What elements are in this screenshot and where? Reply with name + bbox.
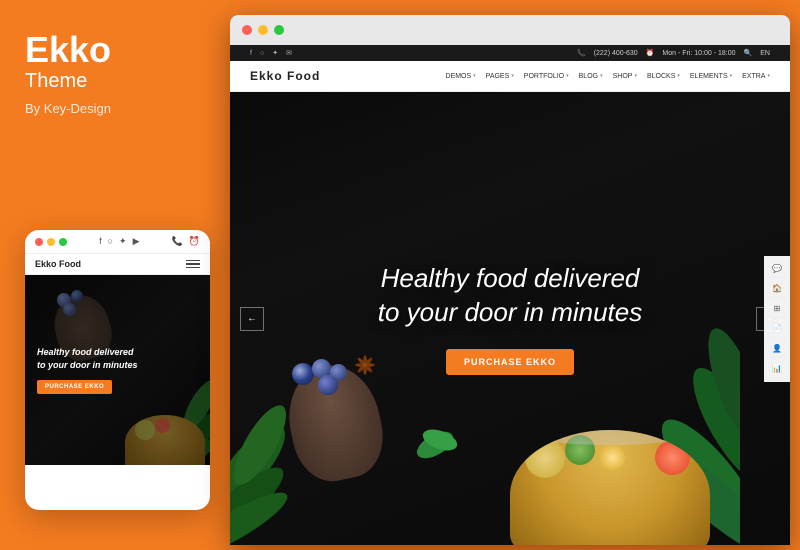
topbar-info: 📞 (222) 400-630 ⏰ Mon - Fri: 10:00 - 18:… bbox=[577, 49, 770, 57]
browser-dot-yellow bbox=[258, 25, 268, 35]
nav-arrow-elements: ▾ bbox=[730, 73, 733, 79]
topbar-instagram-icon: ○ bbox=[260, 50, 264, 57]
hero-cta-button[interactable]: PURCHASE EKKO bbox=[446, 349, 574, 375]
mobile-hero-text: Healthy food delivered to your door in m… bbox=[37, 346, 138, 371]
brand-subtitle: Theme bbox=[25, 70, 205, 93]
mobile-window-dots bbox=[35, 238, 67, 246]
topbar-twitter-icon: ✦ bbox=[272, 49, 278, 57]
topbar-clock-icon: ⏰ bbox=[646, 49, 655, 57]
nav-arrow-pages: ▾ bbox=[511, 73, 514, 79]
hamburger-menu-icon[interactable] bbox=[186, 260, 200, 269]
mobile-clock-icon: ⏰ bbox=[189, 236, 200, 247]
sidebar-page-icon[interactable]: 📄 bbox=[767, 320, 787, 338]
mobile-top-bar: f ○ ✦ ▶ 📞 ⏰ bbox=[25, 230, 210, 254]
sidebar-grid-icon[interactable]: ⊞ bbox=[767, 300, 787, 318]
topbar-hours: Mon - Fri: 10:00 - 18:00 bbox=[662, 50, 735, 57]
topbar-social: f ○ ✦ ✉ bbox=[250, 49, 292, 57]
site-nav: Ekko Food DEMOS ▾ PAGES ▾ PORTFOLIO ▾ BL… bbox=[230, 61, 790, 92]
mobile-mockup: f ○ ✦ ▶ 📞 ⏰ Ekko Food bbox=[25, 230, 210, 510]
nav-arrow-portfolio: ▾ bbox=[566, 73, 569, 79]
topbar-email-icon: ✉ bbox=[286, 49, 292, 57]
site-sidebar-icons: 💬 🏠 ⊞ 📄 👤 📊 bbox=[764, 256, 790, 382]
site-logo: Ekko Food bbox=[250, 69, 320, 83]
nav-arrow-shop: ▾ bbox=[634, 73, 637, 79]
mobile-contact-icons: 📞 ⏰ bbox=[172, 236, 200, 247]
site-top-bar: f ○ ✦ ✉ 📞 (222) 400-630 ⏰ Mon - Fri: 10:… bbox=[230, 45, 790, 61]
hero-content: Healthy food delivered to your door in m… bbox=[230, 92, 790, 545]
browser-chrome bbox=[230, 15, 790, 45]
mobile-phone-icon: 📞 bbox=[172, 236, 183, 247]
nav-arrow-blocks: ▾ bbox=[677, 73, 680, 79]
mobile-nav: Ekko Food bbox=[25, 254, 210, 275]
mobile-facebook-icon: f bbox=[99, 236, 102, 247]
topbar-search-icon: 🔍 bbox=[744, 49, 753, 57]
left-panel: Ekko Theme By Key-Design f ○ ✦ ▶ 📞 ⏰ Ek bbox=[0, 0, 230, 550]
mobile-dot-yellow bbox=[47, 238, 55, 246]
nav-item-demos[interactable]: DEMOS ▾ bbox=[445, 73, 475, 80]
browser-mockup: f ○ ✦ ✉ 📞 (222) 400-630 ⏰ Mon - Fri: 10:… bbox=[230, 15, 790, 545]
mobile-dot-green bbox=[59, 238, 67, 246]
nav-arrow-demos: ▾ bbox=[473, 73, 476, 79]
mobile-hero: Healthy food delivered to your door in m… bbox=[25, 275, 210, 465]
nav-item-pages[interactable]: PAGES ▾ bbox=[486, 73, 514, 80]
hero-prev-button[interactable]: ← bbox=[240, 307, 264, 331]
sidebar-chat-icon[interactable]: 💬 bbox=[767, 260, 787, 278]
topbar-facebook-icon: f bbox=[250, 50, 252, 57]
mobile-instagram-icon: ○ bbox=[108, 236, 113, 247]
mobile-twitter-icon: ✦ bbox=[119, 236, 127, 247]
mobile-youtube-icon: ▶ bbox=[133, 236, 140, 247]
mobile-logo: Ekko Food bbox=[35, 259, 81, 269]
topbar-phone: (222) 400-630 bbox=[594, 50, 638, 57]
nav-menu: DEMOS ▾ PAGES ▾ PORTFOLIO ▾ BLOG ▾ SHOP bbox=[445, 73, 770, 80]
nav-item-portfolio[interactable]: PORTFOLIO ▾ bbox=[524, 73, 569, 80]
nav-item-blocks[interactable]: BLOCKS ▾ bbox=[647, 73, 680, 80]
mobile-cta-button[interactable]: PURCHASE EKKO bbox=[37, 380, 112, 394]
browser-dot-red bbox=[242, 25, 252, 35]
mobile-social-icons: f ○ ✦ ▶ bbox=[99, 236, 139, 247]
nav-item-blog[interactable]: BLOG ▾ bbox=[579, 73, 603, 80]
sidebar-user-icon[interactable]: 👤 bbox=[767, 340, 787, 358]
sidebar-home-icon[interactable]: 🏠 bbox=[767, 280, 787, 298]
brand-by: By Key-Design bbox=[25, 101, 205, 116]
nav-item-shop[interactable]: SHOP ▾ bbox=[613, 73, 637, 80]
browser-dot-green bbox=[274, 25, 284, 35]
nav-arrow-extra: ▾ bbox=[767, 73, 770, 79]
nav-arrow-blog: ▾ bbox=[600, 73, 603, 79]
nav-item-extra[interactable]: EXTRA ▾ bbox=[742, 73, 770, 80]
topbar-lang: EN bbox=[760, 50, 770, 57]
mobile-hero-overlay: Healthy food delivered to your door in m… bbox=[25, 275, 210, 465]
site-header: f ○ ✦ ✉ 📞 (222) 400-630 ⏰ Mon - Fri: 10:… bbox=[230, 45, 790, 92]
mobile-dot-red bbox=[35, 238, 43, 246]
topbar-phone-icon: 📞 bbox=[577, 49, 586, 57]
sidebar-chart-icon[interactable]: 📊 bbox=[767, 360, 787, 378]
hero-title: Healthy food delivered to your door in m… bbox=[378, 262, 642, 330]
site-hero: Healthy food delivered to your door in m… bbox=[230, 92, 790, 545]
brand-name: Ekko bbox=[25, 30, 205, 70]
nav-item-elements[interactable]: ELEMENTS ▾ bbox=[690, 73, 732, 80]
